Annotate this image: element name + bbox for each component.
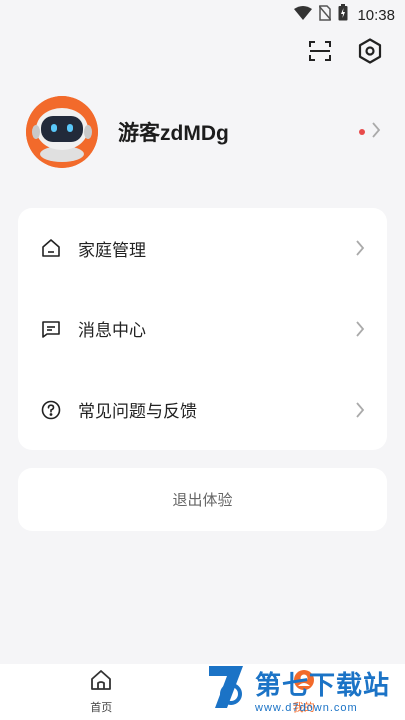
nav-item-home[interactable]: 首页 bbox=[0, 664, 203, 720]
help-icon bbox=[40, 399, 62, 421]
notification-dot bbox=[359, 129, 365, 135]
status-time: 10:38 bbox=[357, 6, 395, 24]
home-icon bbox=[90, 669, 112, 696]
menu-card: 家庭管理 消息中心 常见问题与反馈 bbox=[18, 208, 387, 450]
avatar[interactable] bbox=[26, 96, 98, 168]
wifi-icon bbox=[294, 5, 313, 25]
settings-button[interactable] bbox=[355, 37, 385, 69]
chevron-right-icon bbox=[355, 320, 365, 338]
watermark-url: www.d7down.com bbox=[255, 701, 358, 714]
logout-button[interactable]: 退出体验 bbox=[18, 468, 387, 531]
menu-item-faq-feedback[interactable]: 常见问题与反馈 bbox=[18, 369, 387, 450]
scan-button[interactable] bbox=[305, 38, 335, 68]
chevron-right-icon bbox=[355, 401, 365, 419]
watermark-text: 第七下载站 bbox=[255, 669, 391, 700]
profile-detail-link[interactable] bbox=[359, 121, 381, 144]
menu-item-label: 家庭管理 bbox=[78, 240, 146, 260]
chevron-right-icon bbox=[371, 121, 381, 144]
username: 游客zdMDg bbox=[118, 122, 229, 145]
logout-label: 退出体验 bbox=[172, 492, 233, 509]
status-bar: 10:38 bbox=[0, 0, 405, 30]
home-icon bbox=[40, 237, 62, 259]
no-sim-icon bbox=[318, 4, 333, 26]
watermark-logo-icon bbox=[205, 662, 249, 717]
menu-item-family-management[interactable]: 家庭管理 bbox=[18, 208, 387, 288]
menu-item-message-center[interactable]: 消息中心 bbox=[18, 288, 387, 369]
nav-label: 首页 bbox=[90, 702, 113, 714]
menu-item-label: 常见问题与反馈 bbox=[78, 402, 197, 421]
top-actions bbox=[305, 37, 385, 69]
scan-icon bbox=[308, 40, 332, 67]
message-icon bbox=[40, 318, 62, 340]
gear-icon bbox=[358, 37, 382, 69]
menu-item-label: 消息中心 bbox=[78, 321, 146, 340]
battery-icon bbox=[338, 4, 348, 26]
watermark: 第七下载站 www.d7down.com bbox=[205, 660, 397, 718]
profile-row[interactable]: 游客zdMDg bbox=[26, 96, 381, 168]
chevron-right-icon bbox=[355, 239, 365, 257]
